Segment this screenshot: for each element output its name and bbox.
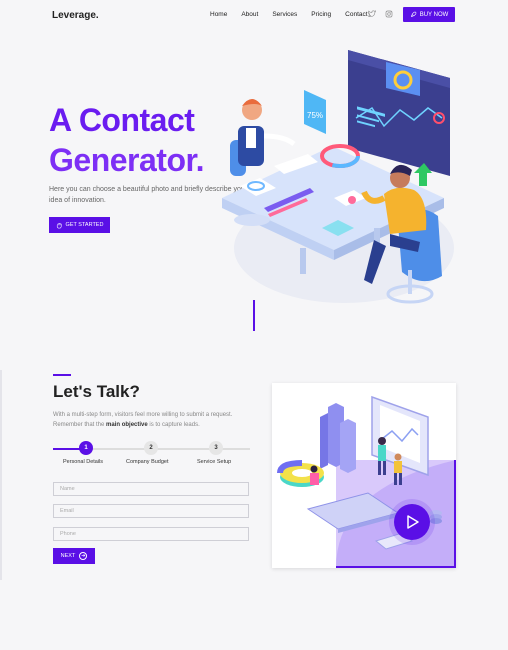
step-3-label: Service Setup xyxy=(197,459,232,465)
nav-link-services[interactable]: Services xyxy=(272,11,297,18)
play-video-button[interactable] xyxy=(394,504,430,540)
buy-now-button[interactable]: BUY NOW xyxy=(403,7,455,22)
badge-value: 75% xyxy=(307,111,323,120)
hero-title-line2: Generator. xyxy=(49,142,205,178)
logo[interactable]: Leverage. xyxy=(52,10,99,21)
twitter-icon[interactable] xyxy=(367,10,377,20)
rocket-icon xyxy=(410,11,416,17)
contact-desc-part2: is to capture leads. xyxy=(147,422,200,428)
buy-now-label: BUY NOW xyxy=(419,11,449,18)
hero-illustration: 75% xyxy=(222,50,454,304)
step-progress: 1 2 3 Personal Details Company Budget Se… xyxy=(53,440,250,470)
nav-link-contact[interactable]: Contact xyxy=(345,11,367,18)
contact-description: With a multi-step form, visitors feel mo… xyxy=(53,410,253,430)
arrow-right-icon: ➜ xyxy=(79,552,88,560)
title-accent-bar xyxy=(53,374,71,376)
nav-link-pricing[interactable]: Pricing xyxy=(311,11,331,18)
percent-badge: 75% xyxy=(304,90,326,134)
get-started-label: GET STARTED xyxy=(65,222,104,228)
hero-title: A Contact Generator. xyxy=(49,100,205,180)
contact-desc-bold: main objective xyxy=(106,422,148,428)
step-1-dot[interactable]: 1 xyxy=(79,441,93,455)
nav-links: Home About Services Pricing Contact xyxy=(210,11,382,18)
nav-link-home[interactable]: Home xyxy=(210,11,227,18)
phone-field[interactable]: Phone xyxy=(53,527,249,541)
step-2-dot[interactable]: 2 xyxy=(144,441,158,455)
hand-icon xyxy=(56,222,62,228)
contact-title: Let's Talk? xyxy=(53,382,140,401)
step-3-dot[interactable]: 3 xyxy=(209,441,223,455)
instagram-icon[interactable] xyxy=(385,10,393,20)
navbar: Leverage. Home About Services Pricing Co… xyxy=(0,0,508,30)
get-started-button[interactable]: GET STARTED xyxy=(49,217,110,233)
step-2-label: Company Budget xyxy=(126,459,169,465)
hero-title-line1: A Contact xyxy=(49,102,195,138)
next-label: NEXT xyxy=(60,553,76,559)
section-divider xyxy=(253,300,255,331)
name-field[interactable]: Name xyxy=(53,482,249,496)
email-field[interactable]: Email xyxy=(53,504,249,518)
nav-link-about[interactable]: About xyxy=(241,11,258,18)
next-button[interactable]: NEXT ➜ xyxy=(53,548,95,564)
section-edge-line xyxy=(0,370,2,580)
dashboard-screen xyxy=(348,50,450,176)
step-1-label: Personal Details xyxy=(63,459,104,465)
play-icon xyxy=(407,515,419,529)
